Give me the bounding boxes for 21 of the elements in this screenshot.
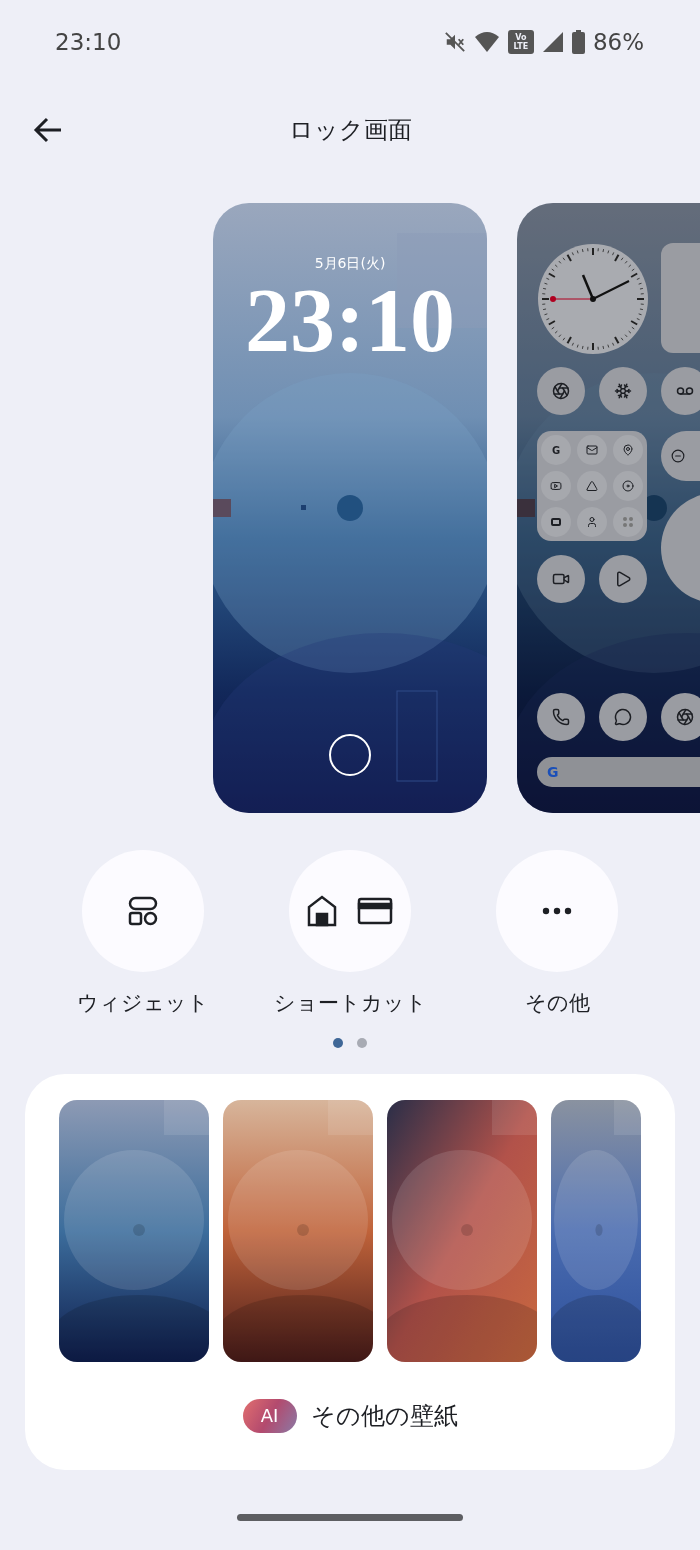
mute-icon — [443, 31, 466, 53]
ai-badge: AI — [242, 1398, 297, 1433]
widgets-icon — [127, 895, 159, 927]
home-screen-preview[interactable]: G G — [517, 203, 700, 813]
minus-icon — [671, 449, 685, 463]
battery-percent: 86% — [592, 27, 644, 57]
battery-icon — [571, 30, 585, 54]
page-title: ロック画面 — [288, 115, 412, 146]
status-time: 23:10 — [55, 27, 122, 57]
volte-icon: Vo LTE — [507, 30, 534, 54]
card-icon — [357, 897, 393, 925]
lock-date: 5月6日(火) — [314, 254, 386, 273]
home-icon — [307, 895, 337, 927]
wifi-icon — [473, 31, 500, 53]
signal-icon — [541, 31, 564, 53]
lock-clock: 23:10 — [245, 276, 455, 366]
more-icon — [542, 907, 572, 915]
more-wallpapers-button[interactable]: AI その他の壁紙 — [242, 1397, 458, 1434]
app-letter: G — [551, 443, 561, 458]
back-arrow-icon — [33, 117, 63, 143]
search-logo: G — [547, 762, 559, 782]
